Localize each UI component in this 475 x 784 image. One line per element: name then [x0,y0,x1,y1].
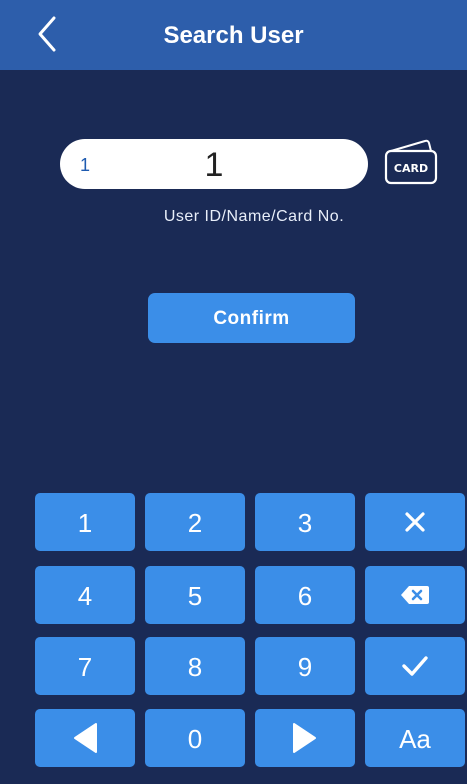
edge-strip [467,0,475,784]
case-toggle-button[interactable]: Aa [365,709,465,767]
key-4[interactable]: 4 [35,566,135,624]
input-value: 1 [204,146,224,184]
backspace-icon [401,586,429,604]
search-input[interactable]: 1 1 [60,139,368,189]
confirm-button[interactable]: Confirm [148,293,355,343]
key-9[interactable]: 9 [255,637,355,695]
close-icon [405,512,425,532]
cursor-left-button[interactable] [35,709,135,767]
check-icon [402,656,428,676]
header-bar: Search User [0,0,467,70]
key-5[interactable]: 5 [145,566,245,624]
backspace-button[interactable] [365,566,465,624]
key-8[interactable]: 8 [145,637,245,695]
card-button[interactable]: CARD [381,137,441,187]
key-1[interactable]: 1 [35,493,135,551]
key-7[interactable]: 7 [35,637,135,695]
key-6[interactable]: 6 [255,566,355,624]
arrow-right-icon [293,723,316,753]
key-3[interactable]: 3 [255,493,355,551]
card-icon: CARD [384,139,438,185]
page-title: Search User [163,22,304,49]
ok-button[interactable] [365,637,465,695]
key-2[interactable]: 2 [145,493,245,551]
clear-button[interactable] [365,493,465,551]
arrow-left-icon [74,723,97,753]
key-0[interactable]: 0 [145,709,245,767]
search-hint: User ID/Name/Card No. [163,208,345,225]
screen: Search User 1 1 CARD User ID/Name/Card N… [0,0,475,784]
card-icon-label: CARD [394,162,428,175]
cursor-right-button[interactable] [255,709,355,767]
